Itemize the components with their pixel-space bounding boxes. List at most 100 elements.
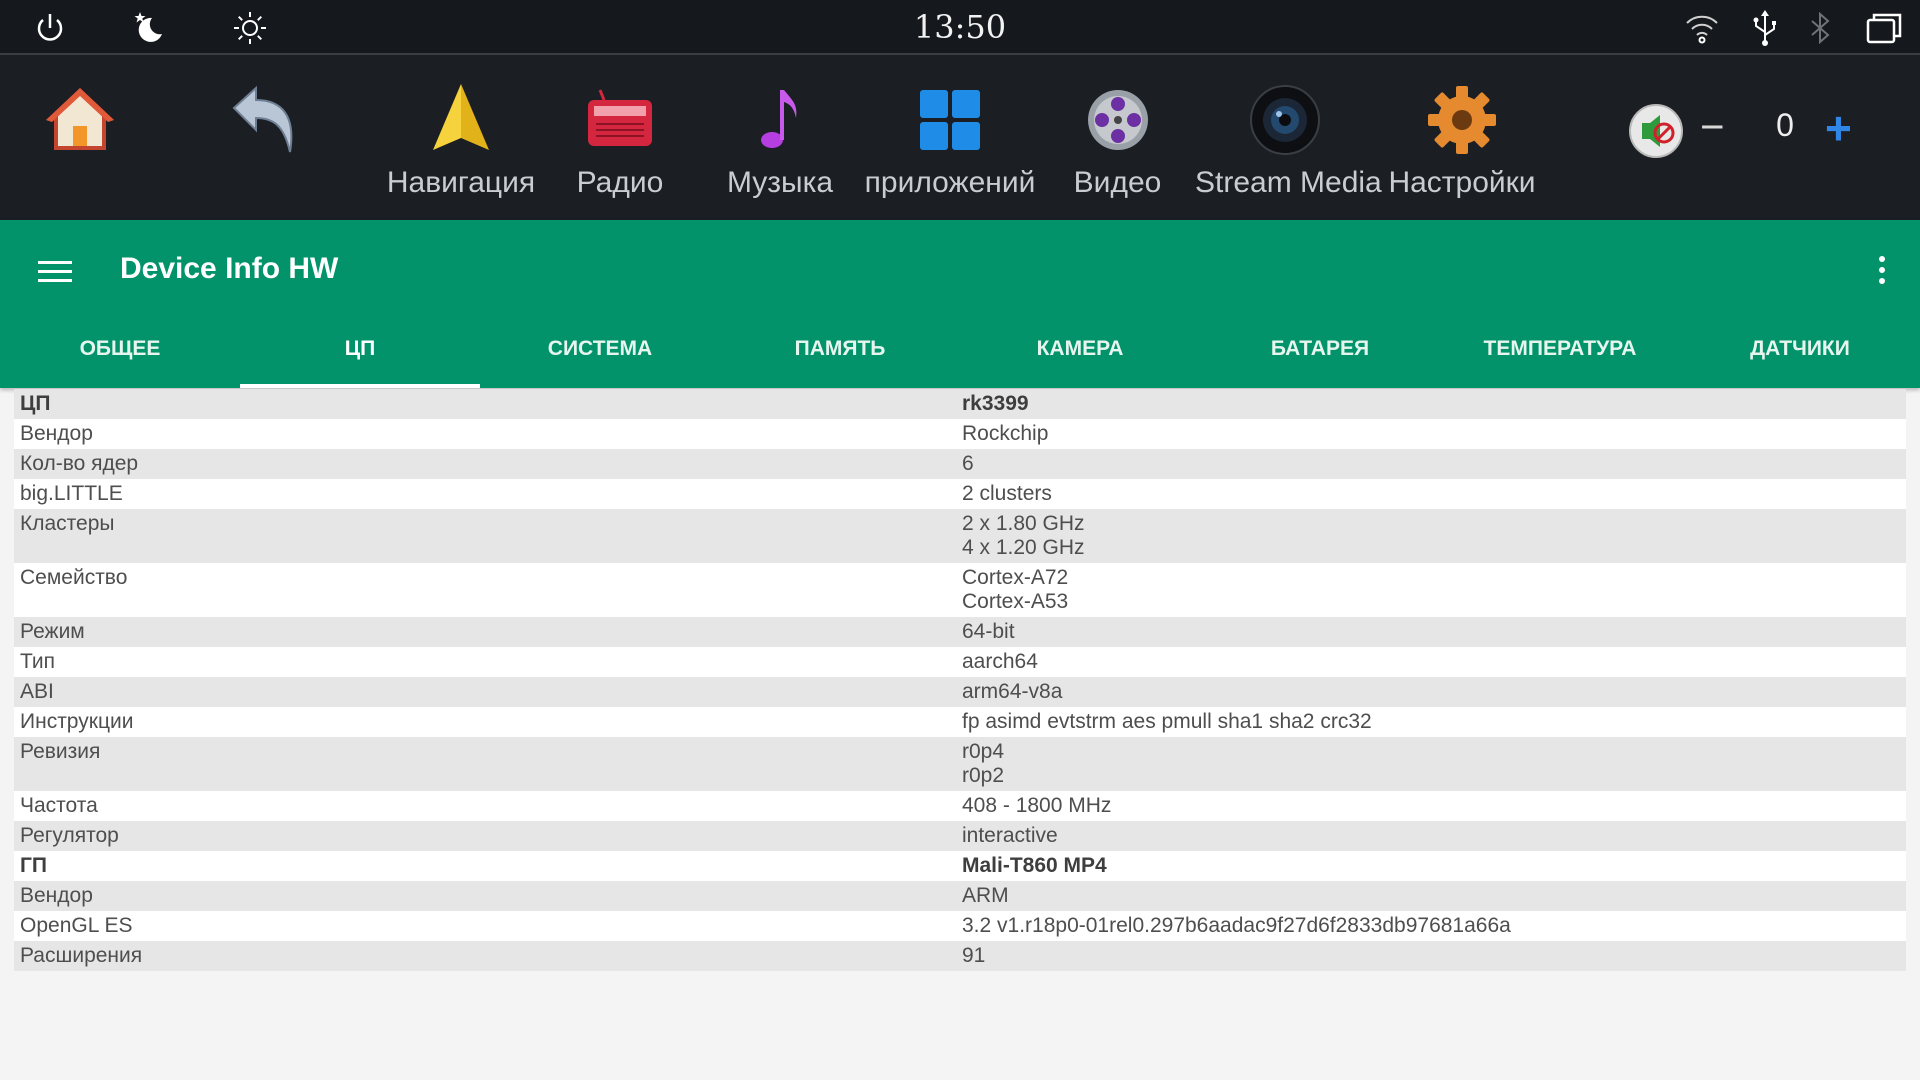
- volume-down-button[interactable]: −: [1700, 103, 1725, 151]
- row-value: interactive: [956, 821, 1906, 851]
- table-row: Частота 408 - 1800 MHz: [14, 791, 1906, 821]
- table-row: Ревизия r0p4 r0p2: [14, 737, 1906, 791]
- video-app[interactable]: Видео: [1065, 80, 1170, 200]
- tab-memory[interactable]: ПАМЯТЬ: [720, 310, 960, 388]
- tab-battery[interactable]: БАТАРЕЯ: [1200, 310, 1440, 388]
- row-value: Cortex-A72 Cortex-A53: [956, 563, 1906, 617]
- row-value-line: interactive: [962, 824, 1058, 847]
- app-label: приложений: [864, 166, 1036, 199]
- row-key: Кластеры: [20, 512, 115, 535]
- settings-app[interactable]: Настройки: [1382, 80, 1542, 200]
- apps-icon: [910, 80, 990, 160]
- row-value: 2 clusters: [956, 479, 1906, 509]
- row-key: Ревизия: [20, 740, 101, 763]
- tab-camera[interactable]: КАМЕРА: [960, 310, 1200, 388]
- volume-up-button[interactable]: +: [1825, 101, 1852, 155]
- row-key: ГП: [20, 854, 47, 877]
- row-value: 408 - 1800 MHz: [956, 791, 1906, 821]
- music-icon: [740, 80, 820, 160]
- navigation-app[interactable]: Навигация: [386, 80, 536, 200]
- row-value: Mali-T860 MP4: [956, 851, 1906, 881]
- row-key: Кол-во ядер: [20, 452, 139, 475]
- row-value-line: 64-bit: [962, 620, 1015, 643]
- app-label: Видео: [1073, 166, 1162, 199]
- table-row: Вендор ARM: [14, 881, 1906, 911]
- row-key: Тип: [20, 650, 56, 673]
- tab-general[interactable]: ОБЩЕЕ: [0, 310, 240, 388]
- app-label: Stream Media: [1195, 166, 1382, 199]
- row-value: 64-bit: [956, 617, 1906, 647]
- wifi-icon: [1682, 8, 1722, 48]
- row-value-line: Mali-T860 MP4: [962, 854, 1107, 877]
- table-row: Семейство Cortex-A72 Cortex-A53: [14, 563, 1906, 617]
- row-value-line: r0p2: [962, 764, 1005, 787]
- clock: 13:50: [913, 8, 1007, 46]
- settings-icon: [1422, 80, 1502, 160]
- tab-bar: ОБЩЕЕ ЦП СИСТЕМА ПАМЯТЬ КАМЕРА БАТАРЕЯ Т…: [0, 310, 1920, 388]
- navigation-icon: [421, 80, 501, 160]
- row-key: Семейство: [20, 566, 128, 589]
- table-row: Тип aarch64: [14, 647, 1906, 677]
- more-options-icon[interactable]: [1872, 256, 1892, 290]
- row-key: Вендор: [20, 884, 93, 907]
- bluetooth-icon: [1800, 8, 1840, 48]
- row-value-line: aarch64: [962, 650, 1038, 673]
- row-value-line: rk3399: [962, 392, 1029, 415]
- row-value: 91: [956, 941, 1906, 971]
- hamburger-menu-icon[interactable]: [38, 256, 72, 290]
- table-row: big.LITTLE 2 clusters: [14, 479, 1906, 509]
- row-value-line: 2 clusters: [962, 482, 1052, 505]
- row-value-line: Cortex-A72: [962, 566, 1069, 589]
- tab-system[interactable]: СИСТЕМА: [480, 310, 720, 388]
- app-label: Навигация: [386, 166, 536, 199]
- row-value-line: r0p4: [962, 740, 1005, 763]
- row-value-line: 3.2 v1.r18p0-01rel0.297b6aadac9f27d6f283…: [962, 914, 1511, 937]
- music-app[interactable]: Музыка: [720, 80, 840, 200]
- status-bar: 13:50: [0, 0, 1920, 55]
- cpu-info-table: ЦП rk3399 Вендор Rockchip Кол-во ядер 6 big.LI…: [14, 389, 1906, 971]
- row-value: ARM: [956, 881, 1906, 911]
- stream-media-icon: [1245, 80, 1325, 160]
- row-key: Расширения: [20, 944, 143, 967]
- row-value-line: fp asimd evtstrm aes pmull sha1 sha2 crc…: [962, 710, 1372, 733]
- row-key: OpenGL ES: [20, 914, 133, 937]
- table-row: Регулятор interactive: [14, 821, 1906, 851]
- recent-apps-icon[interactable]: [1864, 8, 1904, 48]
- launcher-bar: Навигация Радио Музыка приложений Видео …: [0, 55, 1920, 220]
- volume-value: 0: [1776, 107, 1794, 143]
- app-label: Музыка: [726, 166, 834, 199]
- tab-sensors[interactable]: ДАТЧИКИ: [1680, 310, 1920, 388]
- table-row: ГП Mali-T860 MP4: [14, 851, 1906, 881]
- back-icon: [226, 80, 306, 160]
- app-label: Настройки: [1388, 166, 1536, 199]
- radio-icon: [580, 80, 660, 160]
- apps-app[interactable]: приложений: [860, 80, 1040, 200]
- row-value: arm64-v8a: [956, 677, 1906, 707]
- row-value-line: Cortex-A53: [962, 590, 1069, 613]
- row-key: Регулятор: [20, 824, 119, 847]
- row-value-line: 4 x 1.20 GHz: [962, 536, 1085, 559]
- back-button[interactable]: [226, 80, 306, 200]
- row-value-line: 91: [962, 944, 986, 967]
- table-row: Кол-во ядер 6: [14, 449, 1906, 479]
- volume-muted-icon[interactable]: [1620, 95, 1692, 167]
- row-key: Частота: [20, 794, 98, 817]
- app-bar: Device Info HW ОБЩЕЕ ЦП СИСТЕМА ПАМЯТЬ К…: [0, 220, 1920, 388]
- row-value: r0p4 r0p2: [956, 737, 1906, 791]
- table-row: ABI arm64-v8a: [14, 677, 1906, 707]
- volume-control: − 0 +: [1620, 95, 1880, 175]
- usb-icon: [1745, 8, 1785, 48]
- table-row: Режим 64-bit: [14, 617, 1906, 647]
- radio-app[interactable]: Радио: [565, 80, 675, 200]
- row-value: 2 x 1.80 GHz 4 x 1.20 GHz: [956, 509, 1906, 563]
- stream-media-app[interactable]: Stream Media: [1195, 80, 1382, 200]
- row-value-line: arm64-v8a: [962, 680, 1063, 703]
- table-row: Инструкции fp asimd evtstrm aes pmull sha…: [14, 707, 1906, 737]
- row-value-line: Rockchip: [962, 422, 1049, 445]
- row-value: 3.2 v1.r18p0-01rel0.297b6aadac9f27d6f283…: [956, 911, 1906, 941]
- home-button[interactable]: [40, 80, 120, 200]
- page-title: Device Info HW: [120, 252, 339, 285]
- row-value-line: ARM: [962, 884, 1009, 907]
- tab-temperature[interactable]: ТЕМПЕРАТУРА: [1440, 310, 1680, 388]
- tab-cpu[interactable]: ЦП: [240, 310, 480, 388]
